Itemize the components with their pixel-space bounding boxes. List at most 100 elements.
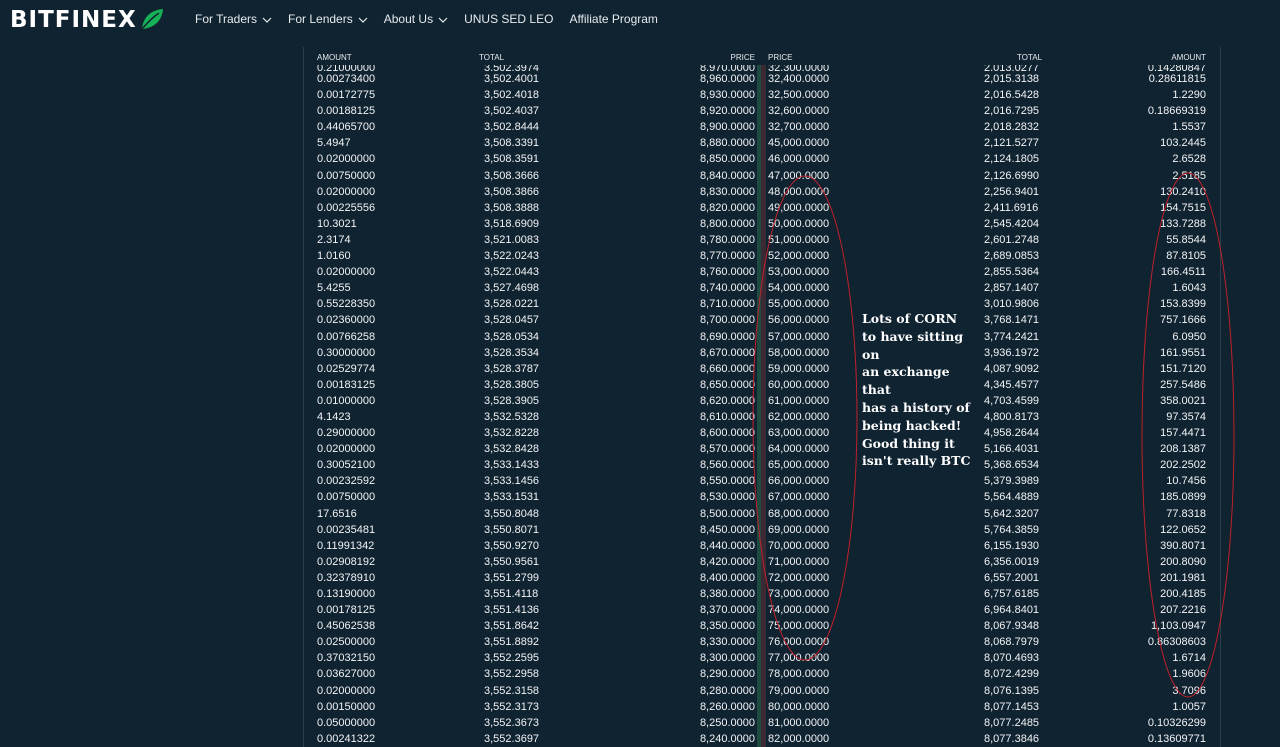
bid-amount: 0.00241322	[317, 732, 376, 745]
table-row[interactable]: 0.02500000 3,551.8892 8,330.0000 76,000.000…	[304, 634, 1220, 650]
table-row[interactable]: 0.44065700 3,502.8444 8,900.0000 32,700.000…	[304, 119, 1220, 135]
table-row[interactable]: 0.02000000 3,552.3158 8,280.0000 79,000.000…	[304, 683, 1220, 699]
ask-amount: 103.2445	[1160, 137, 1206, 150]
bid-price-header[interactable]: PRICE	[731, 53, 755, 62]
bid-price: 8,740.0000	[699, 282, 755, 295]
ask-price: 74,000.0000	[768, 604, 830, 617]
bid-price: 8,880.0000	[699, 137, 755, 150]
table-row[interactable]: 0.13190000 3,551.4118 8,380.0000 73,000.000…	[304, 586, 1220, 602]
table-row[interactable]: 0.00750000 3,533.1531 8,530.0000 67,000.000…	[304, 489, 1220, 505]
table-row[interactable]: 0.02000000 3,532.8428 8,570.0000 64,000.000…	[304, 441, 1220, 457]
ask-total: 8,077.1453	[984, 700, 1040, 713]
bid-price: 8,290.0000	[699, 668, 755, 681]
table-row[interactable]: 0.02000000 3,508.3866 8,830.0000 48,000.000…	[304, 184, 1220, 200]
table-row[interactable]: 0.00241322 3,552.3697 8,240.0000 82,000.000…	[304, 731, 1220, 747]
table-row[interactable]: 0.00225556 3,508.3888 8,820.0000 49,000.000…	[304, 200, 1220, 216]
bid-total-header[interactable]: TOTAL	[479, 53, 504, 62]
table-row[interactable]: 0.32378910 3,551.2799 8,400.0000 72,000.000…	[304, 570, 1220, 586]
table-row[interactable]: 0.00750000 3,508.3666 8,840.0000 47,000.000…	[304, 168, 1220, 184]
ask-amount: 133.7288	[1160, 217, 1206, 230]
ask-amount-header[interactable]: AMOUNT	[1171, 53, 1206, 62]
ask-price: 81,000.0000	[768, 716, 830, 729]
bid-price: 8,400.0000	[699, 571, 755, 584]
ask-amount: 154.7515	[1160, 201, 1206, 214]
menu-unus-sed-leo[interactable]: UNUS SED LEO	[464, 12, 553, 26]
table-row[interactable]: 0.00183125 3,528.3805 8,650.0000 60,000.000…	[304, 377, 1220, 393]
table-row[interactable]: 4.1423 3,532.5328 8,610.0000 62,000.0000 4,8…	[304, 409, 1220, 425]
menu-unus-sed-leo-label: UNUS SED LEO	[464, 12, 554, 26]
ask-price: 32,500.0000	[768, 89, 830, 102]
menu-about-us[interactable]: About Us	[384, 12, 448, 26]
menu-for-lenders[interactable]: For Lenders	[288, 12, 368, 26]
ask-price: 79,000.0000	[768, 684, 830, 697]
table-row[interactable]: 1.0160 3,522.0243 8,770.0000 52,000.0000 2,6…	[304, 248, 1220, 264]
menu-for-traders[interactable]: For Traders	[195, 12, 272, 26]
ask-amount: 358.0021	[1160, 394, 1206, 407]
bid-total: 3,502.4037	[484, 105, 540, 118]
bid-total: 3,551.8642	[484, 620, 540, 633]
bid-amount: 0.00273400	[317, 73, 376, 85]
bid-amount: 17.6516	[317, 507, 357, 520]
ask-price-header[interactable]: PRICE	[768, 53, 792, 62]
bid-total: 3,522.0243	[484, 250, 540, 263]
table-row[interactable]: 5.4947 3,508.3391 8,880.0000 45,000.0000 2,1…	[304, 135, 1220, 151]
table-row[interactable]: 0.11991342 3,550.9270 8,440.0000 70,000.000…	[304, 538, 1220, 554]
bid-total: 3,532.8428	[484, 443, 540, 456]
bid-amount-header[interactable]: AMOUNT	[317, 53, 352, 62]
ask-price: 58,000.0000	[768, 346, 830, 359]
table-row[interactable]: 2.3174 3,521.0083 8,780.0000 51,000.0000 2,6…	[304, 232, 1220, 248]
ask-total-header[interactable]: TOTAL	[1017, 53, 1042, 62]
table-row[interactable]: 0.45062538 3,551.8642 8,350.0000 75,000.000…	[304, 618, 1220, 634]
ask-total: 3,936.1972	[984, 346, 1040, 359]
bid-amount: 0.00150000	[317, 700, 376, 713]
table-row[interactable]: 0.00235481 3,550.8071 8,450.0000 69,000.000…	[304, 522, 1220, 538]
table-row[interactable]: 0.02908192 3,550.9561 8,420.0000 71,000.000…	[304, 554, 1220, 570]
bid-amount: 0.02529774	[317, 362, 376, 375]
table-row[interactable]: 0.30000000 3,528.3534 8,670.0000 58,000.000…	[304, 345, 1220, 361]
bid-total: 3,508.3866	[484, 185, 540, 198]
table-row[interactable]: 0.30052100 3,533.1433 8,560.0000 65,000.000…	[304, 457, 1220, 473]
ask-amount: 6.0950	[1172, 330, 1206, 343]
table-row[interactable]: 0.02529774 3,528.3787 8,660.0000 59,000.000…	[304, 361, 1220, 377]
table-row[interactable]: 0.55228350 3,528.0221 8,710.0000 55,000.000…	[304, 296, 1220, 312]
menu-affiliate-program[interactable]: Affiliate Program	[569, 12, 657, 26]
table-row[interactable]: 0.00178125 3,551.4136 8,370.0000 74,000.000…	[304, 602, 1220, 618]
bid-amount: 0.13190000	[317, 588, 376, 600]
bitfinex-logo[interactable]: BITFINEX	[10, 6, 165, 34]
table-row[interactable]: 10.3021 3,518.6909 8,800.0000 50,000.0000 2,…	[304, 216, 1220, 232]
table-row[interactable]: 0.29000000 3,532.8228 8,600.0000 63,000.000…	[304, 425, 1220, 441]
table-row[interactable]: 0.01000000 3,528.3905 8,620.0000 61,000.000…	[304, 393, 1220, 409]
annotation-text: Lots of CORN to have sitting on an excha…	[862, 310, 980, 470]
ask-amount: 1.6714	[1172, 652, 1206, 665]
bid-total: 3,527.4698	[484, 282, 540, 295]
bid-amount: 0.02000000	[317, 266, 376, 279]
table-row[interactable]: 0.00150000 3,552.3173 8,260.0000 80,000.000…	[304, 699, 1220, 715]
table-row[interactable]: 0.05000000 3,552.3673 8,250.0000 81,000.000…	[304, 715, 1220, 731]
table-row[interactable]: 0.02000000 3,522.0443 8,760.0000 53,000.000…	[304, 264, 1220, 280]
order-book: AMOUNT TOTAL PRICE PRICE TOTAL AMOUNT 0.…	[303, 47, 1221, 747]
ask-amount: 1.5537	[1172, 121, 1206, 134]
ask-amount: 122.0652	[1160, 523, 1206, 536]
table-row[interactable]: 0.37032150 3,552.2595 8,300.0000 77,000.000…	[304, 650, 1220, 666]
ask-total: 8,077.2485	[984, 716, 1040, 729]
table-row[interactable]: 0.00172775 3,502.4018 8,930.0000 32,500.000…	[304, 87, 1220, 103]
ask-price: 68,000.0000	[768, 507, 830, 520]
table-row[interactable]: 0.00232592 3,533.1456 8,550.0000 66,000.000…	[304, 473, 1220, 489]
bid-total: 3,533.1433	[484, 459, 540, 472]
top-nav: BITFINEX For Traders For Lenders About U…	[0, 0, 1280, 40]
ask-total: 2,256.9401	[984, 185, 1040, 198]
bid-amount: 0.32378910	[317, 571, 376, 584]
menu-about-us-label: About Us	[383, 12, 434, 26]
bid-total: 3,550.9561	[484, 555, 540, 568]
table-row[interactable]: 17.6516 3,550.8048 8,500.0000 68,000.0000 5,…	[304, 506, 1220, 522]
table-row[interactable]: 0.00766258 3,528.0534 8,690.0000 57,000.000…	[304, 329, 1220, 345]
table-row[interactable]: 5.4255 3,527.4698 8,740.0000 54,000.0000 2,8…	[304, 280, 1220, 296]
bid-total: 3,533.1531	[484, 491, 540, 504]
table-row[interactable]: 0.02360000 3,528.0457 8,700.0000 56,000.000…	[304, 312, 1220, 328]
table-row[interactable]: 0.03627000 3,552.2958 8,290.0000 78,000.000…	[304, 666, 1220, 682]
table-row[interactable]: 0.00273400 3,502.4001 8,960.0000 32,400.000…	[304, 71, 1220, 87]
table-row[interactable]: 0.00188125 3,502.4037 8,920.0000 32,600.000…	[304, 103, 1220, 119]
table-row[interactable]: 0.02000000 3,508.3591 8,850.0000 46,000.000…	[304, 151, 1220, 167]
chevron-down-icon	[358, 17, 368, 23]
ask-total: 4,800.8173	[984, 410, 1040, 423]
